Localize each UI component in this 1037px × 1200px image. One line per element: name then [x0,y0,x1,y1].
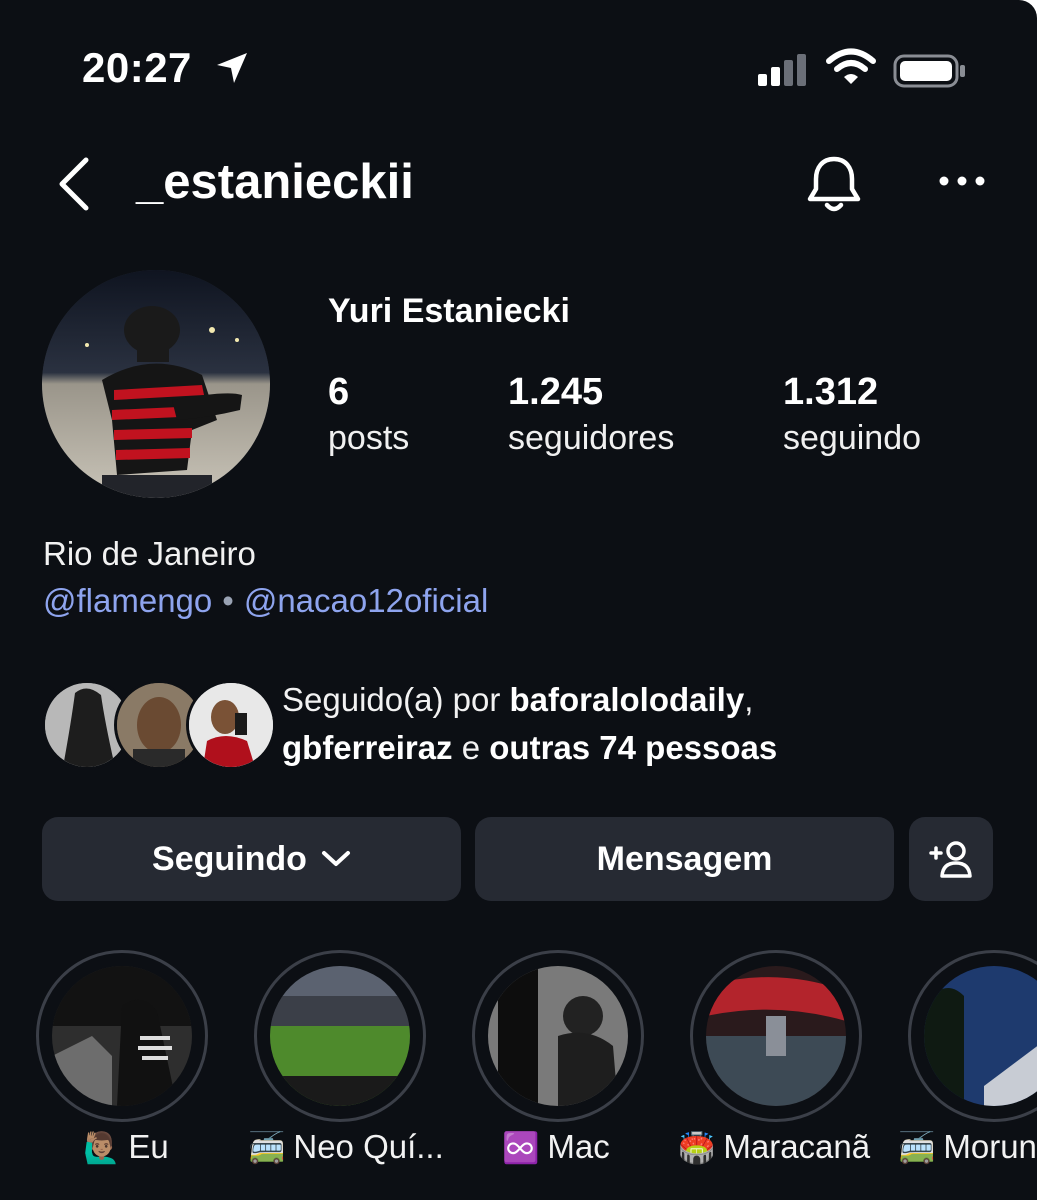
followed-by-others: outras 74 pessoas [489,729,778,766]
followed-by-user-1: baforalolodaily [509,681,745,718]
followed-by-comma: , [744,681,754,718]
highlight-label-neo-quimica: 🚎 Neo Quí... [248,1128,444,1166]
highlight-neo-quimica[interactable] [254,950,426,1122]
bio-mentions: @flamengo • @nacao12oficial [43,582,488,620]
chevron-left-icon[interactable] [54,156,94,212]
mutual-avatar [186,680,276,770]
status-time: 20:27 [82,44,192,91]
following-button-label: Seguindo [152,839,307,878]
wifi-icon [826,48,876,84]
highlight-ring [254,950,426,1122]
cellular-signal-icon [758,54,806,86]
highlight-eu[interactable] [36,950,208,1122]
highlight-ring [908,950,1037,1122]
highlight-cover [270,966,410,1106]
profile-username: _estanieckii [136,155,414,209]
followed-by-text[interactable]: Seguido(a) por baforalolodaily, gbferrei… [282,676,902,772]
display-name: Yuri Estaniecki [328,292,570,330]
highlight-label-maracana: 🏟️ Maracanã [678,1128,871,1166]
bio-location: Rio de Janeiro [43,535,256,572]
highlight-label-eu: 🙋🏽‍♂️ Eu [83,1128,169,1166]
highlight-ring [690,950,862,1122]
stat-followers[interactable]: 1.245 seguidores [508,370,674,462]
highlight-cover [488,966,628,1106]
followed-by-prefix: Seguido(a) por [282,681,510,718]
stat-followers-value: 1.245 [508,371,604,413]
highlight-cover [706,966,846,1106]
following-button[interactable]: Seguindo [42,817,461,901]
chevron-down-icon [321,851,350,866]
bio-mention-flamengo[interactable]: @flamengo [43,582,212,619]
message-button-label: Mensagem [596,839,773,878]
followed-by-conjunction: e [452,729,490,766]
profile-screen: 20:27 _estanieckii Yuri Estaniecki 6 pos… [0,0,1037,1200]
stat-following-label: seguindo [783,419,922,457]
highlight-morumbi[interactable] [908,950,1037,1122]
followed-by-user-2: gbferreiraz [282,729,453,766]
profile-avatar[interactable] [42,270,270,498]
stat-posts[interactable]: 6 posts [328,370,409,462]
add-user-icon [929,841,972,878]
highlight-label-morumbi: 🚎 Morun [898,1128,1037,1166]
highlight-ring [472,950,644,1122]
stat-posts-value: 6 [328,371,350,413]
more-horizontal-icon[interactable] [938,174,986,188]
highlight-ring [36,950,208,1122]
stat-following[interactable]: 1.312 seguindo [783,370,921,462]
highlight-label-mac: ♾️ Mac [502,1128,610,1166]
mutual-followers-avatars[interactable] [42,680,276,770]
stat-following-value: 1.312 [783,371,879,413]
bell-icon[interactable] [803,154,865,216]
stat-followers-label: seguidores [508,419,675,457]
location-arrow-icon [217,53,247,83]
add-user-button[interactable] [909,817,993,901]
highlight-maracana[interactable] [690,950,862,1122]
highlight-cover [924,966,1037,1106]
stat-posts-label: posts [328,419,410,457]
bio-separator: • [222,582,234,619]
battery-icon [893,54,965,88]
message-button[interactable]: Mensagem [475,817,894,901]
highlight-mac[interactable] [472,950,644,1122]
bio-mention-nacao12[interactable]: @nacao12oficial [244,582,489,619]
highlight-cover [52,966,192,1106]
